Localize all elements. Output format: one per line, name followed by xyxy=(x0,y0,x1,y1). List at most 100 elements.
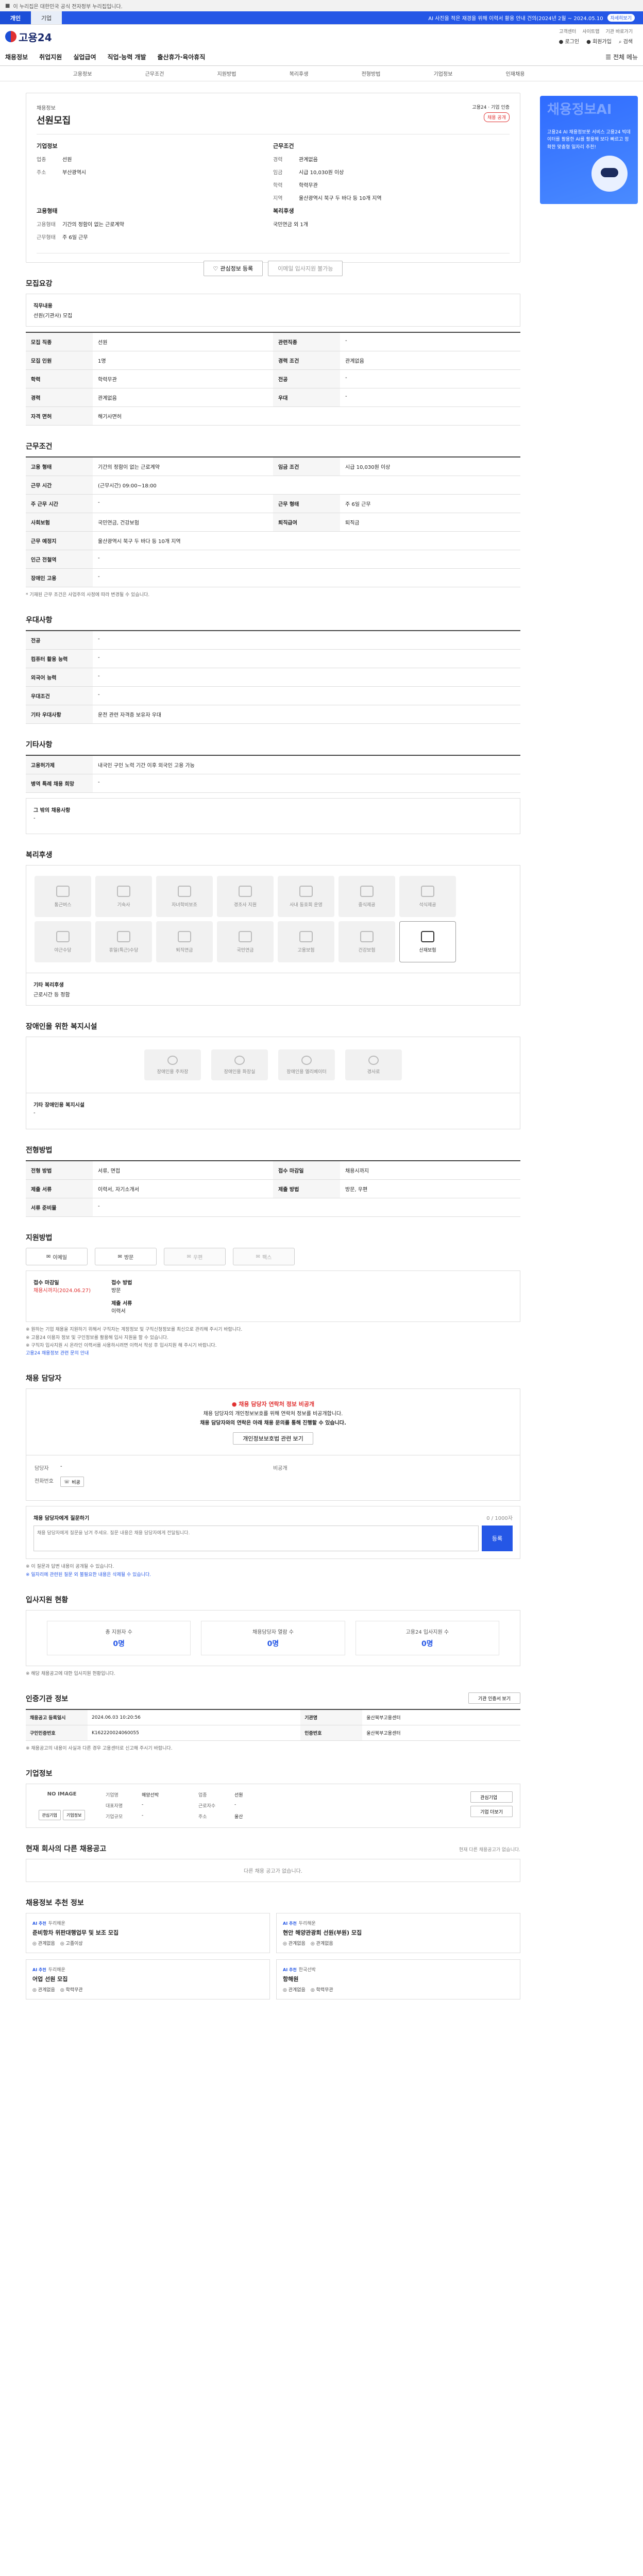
benefit-label: 통근버스 xyxy=(54,902,72,908)
notice-more-link[interactable]: 자세히보기 xyxy=(607,14,635,22)
benefit-icon xyxy=(360,930,374,942)
rec-grid: AI 추천 두리해운 준비항차 위판대행업무 및 보조 모집 ◎ 관계없음 ◎ 고졸이상… xyxy=(26,1913,520,2000)
rec-meta-item: ◎ 학력무관 xyxy=(60,1988,83,1993)
tab-company[interactable]: 기업 xyxy=(31,11,62,24)
table-row: 경력 관계없음 우대 - xyxy=(26,388,520,407)
facility-label: 경사로 xyxy=(367,1069,380,1075)
recruit-table: 모집 직종 선원 관련직종 - 모집 인원 1명 경력 조건 관계없음 학력 학력무관 전공 - 경력 관… xyxy=(26,332,520,426)
search-icon: ⌕ xyxy=(618,39,623,45)
company-field-label: 기업명 xyxy=(106,1793,119,1799)
rec-company-name: 두리해운 xyxy=(48,1921,65,1927)
interest-company-button[interactable]: 관심기업 xyxy=(38,1810,61,1821)
rec-meta-item: ◎ 학력무관 xyxy=(310,1988,333,1993)
login-link[interactable]: ● 로그인 xyxy=(559,37,580,45)
row-label: 퇴직급여 xyxy=(273,513,340,532)
signup-link[interactable]: ● 회원가입 xyxy=(586,37,612,45)
row-value: 주 6일 근무 xyxy=(340,494,520,513)
company-info: NO IMAGE 관심기업 기업정보 기업명 해양선박 업종 선원 대표자명 - 근로자수 -… xyxy=(26,1784,520,1828)
status-grid: 총 지원자 수 0명 채용담당자 열람 수 0명 고용24 입사지원 수 0명 xyxy=(26,1609,520,1666)
hire-table: 전형 방법 서류, 면접 접수 마감일 채용시까지 제출 서류 이력서, 자기소개서 제출 … xyxy=(26,1160,520,1217)
rec-card[interactable]: AI 추천 두리해운 현안 해양관광회 선원(부원) 모집 ◎ 관계없음 ◎ 관계없음 xyxy=(276,1913,520,1954)
search-link[interactable]: ⌕ 검색 xyxy=(619,37,633,45)
rec-card[interactable]: AI 추천 두리해운 어업 선원 모집 ◎ 관계없음 ◎ 학력무관 xyxy=(26,1959,270,2000)
rec-title: 어업 선원 모집 xyxy=(32,1976,68,1983)
row-label: 전공 xyxy=(26,631,93,650)
site-logo[interactable]: 고용24 xyxy=(5,29,52,44)
rec-meta-item: ◎ 관계없음 xyxy=(283,1941,306,1947)
disabled-facility-item: 장애인용 화장실 xyxy=(211,1049,268,1081)
row-label: 제출 방법 xyxy=(273,1179,340,1199)
subnav-employment[interactable]: 고용정보 xyxy=(46,70,119,77)
ai-promo-banner[interactable]: 채용정보AI 고용24 AI 채용정보봇 서비스 고용24 빅데이터를 활용한 … xyxy=(540,96,638,204)
nav-employment-support[interactable]: 취업지원 xyxy=(39,53,62,61)
table-row: 모집 인원 1명 경력 조건 관계없음 xyxy=(26,351,520,370)
apply-guide-link[interactable]: 고용24 채용정보 관련 문의 안내 xyxy=(26,1350,520,1358)
row-value: - xyxy=(93,550,520,569)
table-row: 근무 예정지 울산광역시 북구 두 바다 등 10개 지역 xyxy=(26,531,520,550)
row-label: 구인인증번호 xyxy=(26,1725,88,1741)
main-nav: 채용정보 취업지원 실업급여 직업·능력 개발 출산휴가·육아휴직 ☰ 전체 메… xyxy=(0,48,643,66)
customer-center-link[interactable]: 고객센터 xyxy=(559,28,576,35)
subnav-welfare[interactable]: 복리후생 xyxy=(263,70,335,77)
nav-skills-development[interactable]: 직업·능력 개발 xyxy=(108,53,146,61)
question-textarea[interactable] xyxy=(33,1526,479,1552)
apply-method-이메일[interactable]: ✉ 이메일 xyxy=(26,1248,88,1266)
company-info-button[interactable]: 기업정보 xyxy=(63,1810,86,1821)
nav-unemployment-benefit[interactable]: 실업급여 xyxy=(73,53,96,61)
taeguk-logo-icon xyxy=(5,31,16,42)
accessibility-icon xyxy=(368,1055,379,1065)
subnav-selection[interactable]: 전형방법 xyxy=(335,70,407,77)
all-menu-button[interactable]: ☰ 전체 메뉴 xyxy=(605,53,638,61)
apply-method-팩스[interactable]: ✉ 팩스 xyxy=(233,1248,295,1266)
benefit-label: 사내 동호회 운영 xyxy=(290,902,323,908)
row-value: 채용시까지 xyxy=(340,1161,520,1180)
benefit-icon xyxy=(178,885,191,897)
benefit-item: 고용보험 xyxy=(278,921,334,963)
row-value: - xyxy=(93,774,520,793)
rec-card[interactable]: AI 추천 두리해운 준비항차 위판대행업무 및 보조 모집 ◎ 관계없음 ◎ 고졸이상 xyxy=(26,1913,270,1954)
phone-icon: ☏ xyxy=(64,1479,70,1484)
table-row: 학력 학력무관 전공 - xyxy=(26,369,520,388)
row-value: - xyxy=(340,369,520,388)
rec-card[interactable]: AI 추천 한국선박 항해원 ◎ 관계없음 ◎ 학력무관 xyxy=(276,1959,520,2000)
benefit-label: 중식제공 xyxy=(358,902,376,908)
company-logo-box: NO IMAGE 관심기업 기업정보 xyxy=(33,1791,90,1821)
apply-method-방문[interactable]: ✉ 방문 xyxy=(95,1248,157,1266)
subnav-conditions[interactable]: 근무조건 xyxy=(119,70,191,77)
notice-banner[interactable]: AI 사진을 적은 재경을 위해 이력서 활용 안내 건의(2024년 2월 ~… xyxy=(62,11,643,24)
favorite-company-button[interactable]: 관심기업 xyxy=(470,1791,513,1803)
privacy-law-button[interactable]: 개인정보보호법 관련 보기 xyxy=(233,1432,313,1445)
rec-company: AI 추천 두리해운 xyxy=(32,1920,263,1926)
user-icon: ● xyxy=(559,39,565,45)
status-badge: 채용 공개 xyxy=(484,112,510,122)
company-field-label: 주소 xyxy=(198,1814,207,1820)
tab-individual[interactable]: 개인 xyxy=(0,11,31,24)
nav-parental-leave[interactable]: 출산휴가·육아휴직 xyxy=(158,53,206,61)
row-label: 사회보험 xyxy=(26,513,93,532)
nav-jobs[interactable]: 채용정보 xyxy=(5,53,28,61)
row-value: - xyxy=(93,631,520,650)
subnav-talent[interactable]: 인재채용 xyxy=(479,70,551,77)
subnav-apply[interactable]: 지원방법 xyxy=(191,70,263,77)
phone-reveal-button[interactable]: ☏ 비공 xyxy=(60,1477,84,1487)
company-field-value: - xyxy=(142,1802,144,1808)
benefit-item: 산재보험 xyxy=(399,921,456,963)
cert-button[interactable]: 기관 인증서 보기 xyxy=(468,1692,520,1704)
subnav-company[interactable]: 기업정보 xyxy=(407,70,479,77)
email-apply-button[interactable]: 이메일 입사지원 불가능 xyxy=(268,261,343,276)
company-more-button[interactable]: 기업 더보기 xyxy=(470,1806,513,1818)
question-submit-button[interactable]: 등록 xyxy=(482,1526,513,1552)
status-online: 고용24 입사지원 수 0명 xyxy=(355,1620,499,1655)
apply-method-우편[interactable]: ✉ 우편 xyxy=(164,1248,226,1266)
row-value: 관계없음 xyxy=(93,388,273,407)
sitemap-link[interactable]: 사이트맵 xyxy=(582,28,599,35)
save-interest-button[interactable]: ♡ 관심정보 등록 xyxy=(203,261,263,276)
row-label: 학력 xyxy=(26,369,93,388)
benefit-label: 건강보험 xyxy=(358,947,376,953)
agency-link[interactable]: 기관 바로가기 xyxy=(605,28,633,35)
row-value: - xyxy=(93,686,520,706)
row-label: 근무 시간 xyxy=(26,476,93,495)
table-row: 고용 형태 기간의 정함이 없는 근로계약 임금 조건 시급 10,030원 이상 xyxy=(26,457,520,476)
person-plus-icon: ● xyxy=(586,39,593,45)
info-heading: 인증기관 정보 xyxy=(26,1695,69,1704)
